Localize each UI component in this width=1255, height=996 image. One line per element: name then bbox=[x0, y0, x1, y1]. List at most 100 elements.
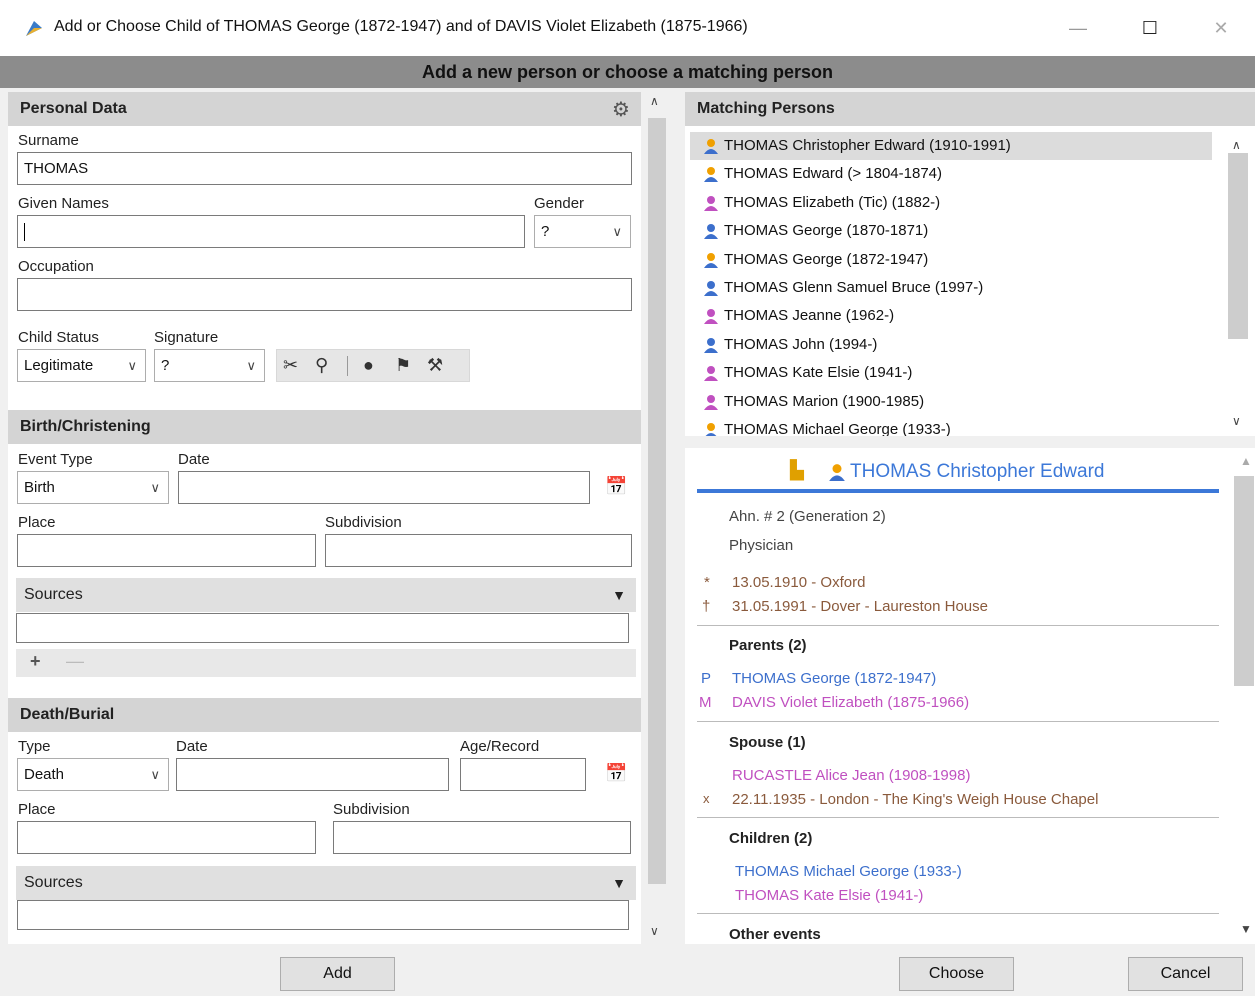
matching-person-name: THOMAS Glenn Samuel Bruce (1997-) bbox=[724, 279, 984, 296]
father-link[interactable]: THOMAS George (1872-1947) bbox=[732, 670, 936, 687]
death-place-field[interactable] bbox=[17, 821, 316, 854]
gender-label: Gender bbox=[534, 195, 585, 212]
detail-scrollbar-thumb[interactable] bbox=[1234, 476, 1254, 686]
birth-title: Birth/Christening bbox=[20, 418, 151, 435]
matching-person-row[interactable]: THOMAS Kate Elsie (1941-) bbox=[690, 359, 1212, 387]
mother-link[interactable]: DAVIS Violet Elizabeth (1875-1966) bbox=[732, 694, 969, 711]
birth-sources-list[interactable] bbox=[16, 613, 629, 643]
death-type-select[interactable]: Death ∨ bbox=[17, 758, 169, 791]
parents-header: Parents (2) bbox=[729, 637, 807, 654]
minus-icon[interactable]: — bbox=[66, 651, 84, 672]
close-button[interactable]: ✕ bbox=[1198, 10, 1244, 46]
death-date-label: Date bbox=[176, 738, 208, 755]
death-subdivision-field[interactable] bbox=[333, 821, 631, 854]
age-record-label: Age/Record bbox=[460, 738, 540, 755]
scroll-down-icon[interactable]: ▼ bbox=[1240, 922, 1252, 936]
spouse-link[interactable]: RUCASTLE Alice Jean (1908-1998) bbox=[732, 767, 970, 784]
choose-button[interactable]: Choose bbox=[899, 957, 1014, 991]
detail-person-name[interactable]: THOMAS Christopher Edward bbox=[850, 461, 1104, 483]
calendar-icon[interactable]: 📅 bbox=[605, 476, 627, 500]
birth-subdivision-field[interactable] bbox=[325, 534, 632, 567]
scroll-down-icon[interactable]: ∨ bbox=[650, 924, 659, 938]
matching-person-name: THOMAS Marion (1900-1985) bbox=[724, 392, 925, 410]
person-male-icon bbox=[829, 464, 845, 481]
matching-person-name: THOMAS Jeanne (1962-) bbox=[724, 307, 895, 325]
birth-event-type-select[interactable]: Birth ∨ bbox=[17, 471, 169, 504]
matching-person-row[interactable]: THOMAS Edward (> 1804-1874) bbox=[690, 160, 1212, 188]
child-link[interactable]: THOMAS Kate Elsie (1941-) bbox=[735, 887, 923, 904]
scissors-icon[interactable]: ✂ bbox=[283, 355, 298, 376]
matching-person-name: THOMAS Michael George (1933-) bbox=[724, 421, 951, 436]
matching-person-row[interactable]: THOMAS Christopher Edward (1910-1991) bbox=[690, 132, 1212, 160]
birth-place-field[interactable] bbox=[17, 534, 316, 567]
scroll-down-icon[interactable]: ∨ bbox=[1232, 414, 1241, 428]
matching-persons-list[interactable]: THOMAS Christopher Edward (1910-1991) THO… bbox=[685, 126, 1255, 436]
child-link[interactable]: THOMAS Michael George (1933-) bbox=[735, 863, 962, 880]
given-names-field[interactable] bbox=[17, 215, 525, 248]
scroll-up-icon[interactable]: ▲ bbox=[1240, 454, 1252, 468]
death-subdivision-label: Subdivision bbox=[333, 801, 410, 818]
child-status-select[interactable]: Legitimate ∨ bbox=[17, 349, 146, 382]
maximize-button[interactable]: ☐ bbox=[1127, 10, 1173, 46]
matching-person-row[interactable]: THOMAS George (1872-1947) bbox=[690, 246, 1212, 274]
matching-person-name: THOMAS Christopher Edward (1910-1991) bbox=[724, 137, 1011, 154]
age-record-field[interactable] bbox=[460, 758, 586, 791]
matching-persons-title: Matching Persons bbox=[697, 100, 835, 117]
birth-sources-label: Sources bbox=[24, 586, 83, 603]
calendar-icon[interactable]: 📅 bbox=[605, 763, 627, 787]
death-symbol: † bbox=[702, 598, 711, 615]
person-icon[interactable]: ● bbox=[363, 355, 374, 376]
death-date-field[interactable] bbox=[176, 758, 449, 791]
scroll-up-icon[interactable]: ∧ bbox=[1232, 138, 1241, 152]
children-header: Children (2) bbox=[729, 830, 813, 847]
person-female-icon bbox=[704, 309, 718, 325]
gender-select[interactable]: ? ∨ bbox=[534, 215, 631, 248]
occupation-field[interactable] bbox=[17, 278, 632, 311]
gear-icon[interactable]: ⚙ bbox=[612, 97, 630, 122]
event-type-value: Birth bbox=[24, 479, 55, 496]
signature-select[interactable]: ? ∨ bbox=[154, 349, 265, 382]
cancel-button[interactable]: Cancel bbox=[1128, 957, 1243, 991]
detail-death: 31.05.1991 - Dover - Laureston House bbox=[732, 598, 988, 615]
matching-person-row[interactable]: THOMAS Michael George (1933-) bbox=[690, 416, 1212, 436]
gender-value: ? bbox=[541, 223, 550, 240]
matching-person-name: THOMAS George (1872-1947) bbox=[724, 250, 929, 268]
form-scrollbar-thumb[interactable] bbox=[648, 118, 666, 884]
flag-icon[interactable]: ⚑ bbox=[395, 355, 411, 376]
matching-person-name: THOMAS George (1870-1871) bbox=[724, 222, 929, 240]
divider bbox=[697, 721, 1219, 722]
death-sources-bar[interactable]: Sources ▼ bbox=[16, 866, 636, 900]
hammer-icon[interactable]: ⚒ bbox=[427, 355, 443, 376]
minimize-button[interactable]: — bbox=[1055, 10, 1101, 46]
matching-person-row[interactable]: THOMAS Marion (1900-1985) bbox=[690, 388, 1212, 416]
form-scrollbar[interactable]: ∧ ∨ bbox=[644, 92, 668, 944]
signature-value: ? bbox=[161, 357, 170, 374]
dialog-window: Add or Choose Child of THOMAS George (18… bbox=[0, 0, 1255, 996]
scroll-up-icon[interactable]: ∧ bbox=[650, 94, 659, 108]
matching-person-row[interactable]: THOMAS Elizabeth (Tic) (1882-) bbox=[690, 189, 1212, 217]
chevron-down-icon: ∨ bbox=[246, 358, 256, 373]
matching-person-row[interactable]: THOMAS John (1994-) bbox=[690, 331, 1212, 359]
chevron-down-icon: ∨ bbox=[150, 767, 160, 782]
surname-field[interactable]: THOMAS bbox=[17, 152, 632, 185]
person-male-icon bbox=[704, 139, 718, 154]
person-toolbar: ✂ ⚲ ● ⚑ ⚒ bbox=[276, 349, 470, 382]
search-clear-icon[interactable]: ⚲ bbox=[315, 355, 328, 376]
family-tree-icon[interactable]: ▙ bbox=[790, 460, 804, 481]
chevron-down-icon: ▼ bbox=[612, 587, 626, 603]
matching-person-row[interactable]: THOMAS Glenn Samuel Bruce (1997-) bbox=[690, 274, 1212, 302]
divider bbox=[697, 913, 1219, 914]
plus-icon[interactable]: + bbox=[30, 651, 41, 672]
signature-label: Signature bbox=[154, 329, 219, 346]
detail-occupation: Physician bbox=[729, 537, 794, 554]
matching-person-row[interactable]: THOMAS Jeanne (1962-) bbox=[690, 302, 1212, 330]
birth-date-field[interactable] bbox=[178, 471, 590, 504]
birth-sources-bar[interactable]: Sources ▼ bbox=[16, 578, 636, 612]
list-scrollbar-thumb[interactable] bbox=[1228, 153, 1248, 339]
ahnentafel-number: Ahn. # 2 (Generation 2) bbox=[729, 508, 886, 525]
add-button[interactable]: Add bbox=[280, 957, 395, 991]
person-male-icon bbox=[705, 423, 717, 436]
matching-person-row[interactable]: THOMAS George (1870-1871) bbox=[690, 217, 1212, 245]
death-sources-list[interactable] bbox=[17, 900, 629, 930]
mother-prefix: M bbox=[699, 694, 712, 711]
